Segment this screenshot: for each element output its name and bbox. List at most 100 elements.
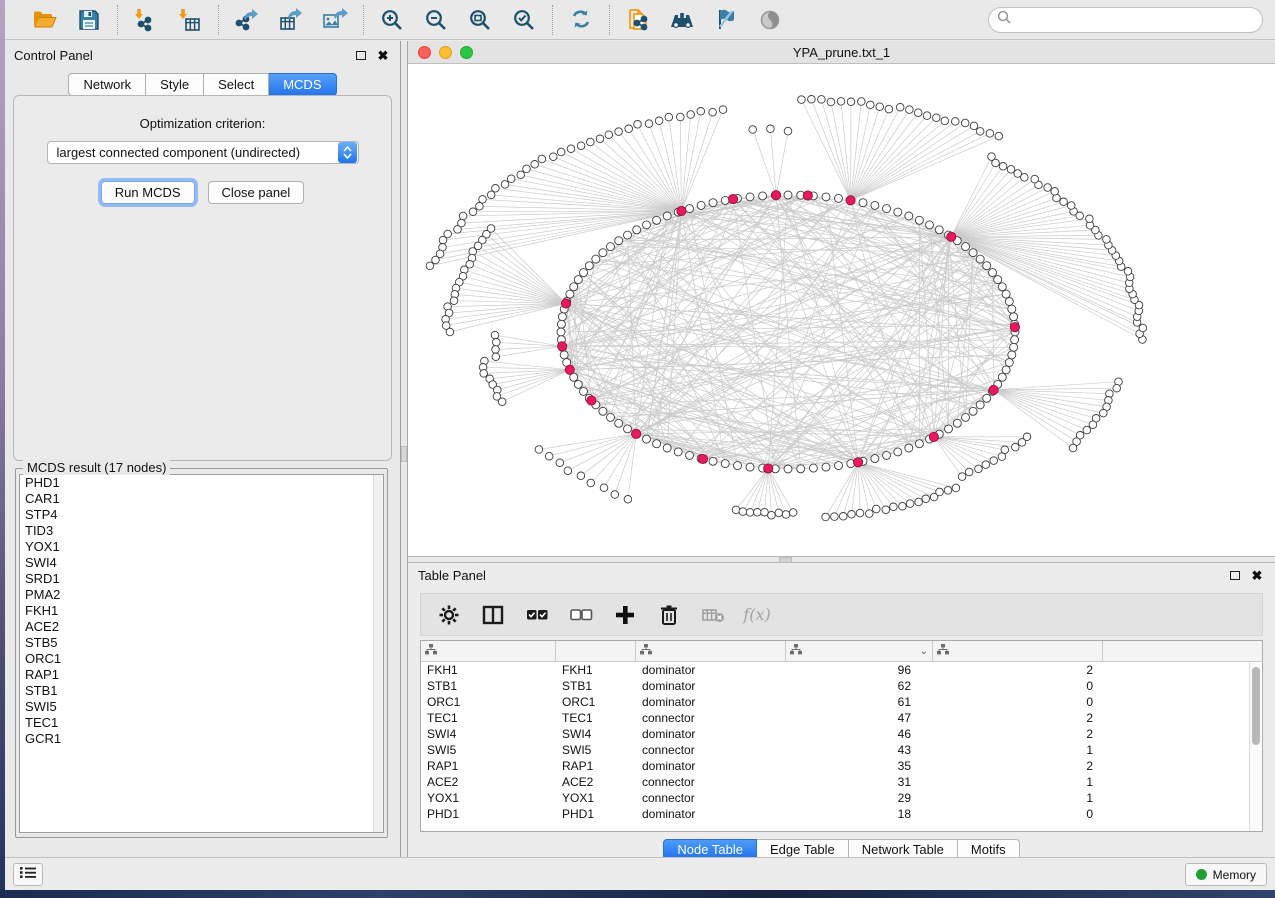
tab-network[interactable]: Network bbox=[68, 73, 146, 96]
column-header-name[interactable] bbox=[556, 641, 636, 661]
tree-icon bbox=[425, 644, 437, 658]
table-row[interactable]: YOX1YOX1connector291 bbox=[421, 790, 1262, 806]
delete-table-icon bbox=[701, 603, 725, 627]
vertical-splitter-handle[interactable] bbox=[401, 446, 407, 462]
table-row[interactable]: PHD1PHD1dominator180 bbox=[421, 806, 1262, 822]
cell-shared-name: PHD1 bbox=[421, 806, 556, 822]
mcds-result-list[interactable]: PHD1CAR1STP4TID3YOX1SWI4SRD1PMA2FKH1ACE2… bbox=[19, 474, 384, 833]
optimization-criterion-label: Optimization criterion: bbox=[14, 116, 391, 131]
cell-predecessor-nodes: 2 bbox=[933, 726, 1103, 742]
split-panel-icon[interactable] bbox=[481, 603, 505, 627]
table-scrollbar[interactable] bbox=[1249, 662, 1262, 831]
mcds-result-item[interactable]: SWI5 bbox=[20, 699, 383, 715]
column-header-MCDS-role[interactable] bbox=[636, 641, 786, 661]
mcds-result-item[interactable]: TID3 bbox=[20, 523, 383, 539]
zoom-fit-icon[interactable] bbox=[466, 6, 494, 34]
cell-name: RAP1 bbox=[556, 758, 636, 774]
tab-select[interactable]: Select bbox=[204, 73, 269, 96]
table-row[interactable]: TEC1TEC1connector472 bbox=[421, 710, 1262, 726]
add-column-icon[interactable] bbox=[613, 603, 637, 627]
network-graph bbox=[408, 64, 1274, 556]
export-image-icon[interactable] bbox=[321, 6, 349, 34]
run-mcds-button[interactable]: Run MCDS bbox=[101, 181, 195, 204]
table-row[interactable]: RAP1RAP1dominator352 bbox=[421, 758, 1262, 774]
table-row[interactable]: SWI5SWI5connector431 bbox=[421, 742, 1262, 758]
mcds-list-scrollbar[interactable] bbox=[373, 475, 383, 832]
mcds-result-item[interactable]: PHD1 bbox=[20, 475, 383, 491]
mcds-result-item[interactable]: ORC1 bbox=[20, 651, 383, 667]
table-row[interactable]: STB1STB1dominator620 bbox=[421, 678, 1262, 694]
mcds-result-item[interactable]: TEC1 bbox=[20, 715, 383, 731]
close-panel-button[interactable]: Close panel bbox=[208, 181, 305, 204]
open-file-icon[interactable] bbox=[31, 6, 59, 34]
float-table-panel-icon[interactable] bbox=[1227, 567, 1243, 583]
horizontal-splitter[interactable] bbox=[408, 556, 1275, 563]
search-box[interactable] bbox=[988, 7, 1263, 33]
cell-MCDS-role: connector bbox=[636, 774, 786, 790]
app-window: Control Panel ✖ NetworkStyleSelectMCDS O… bbox=[5, 0, 1275, 890]
show-hidden-icon[interactable] bbox=[756, 6, 784, 34]
close-panel-icon[interactable]: ✖ bbox=[375, 47, 391, 63]
mcds-result-item[interactable]: ACE2 bbox=[20, 619, 383, 635]
cell-MCDS-role: dominator bbox=[636, 662, 786, 678]
mcds-result-item[interactable]: STB1 bbox=[20, 683, 383, 699]
import-network-icon[interactable] bbox=[132, 6, 160, 34]
memory-button[interactable]: Memory bbox=[1185, 863, 1267, 886]
cell-successor-nodes: 43 bbox=[786, 742, 933, 758]
clone-network-icon[interactable] bbox=[624, 6, 652, 34]
tab-style[interactable]: Style bbox=[146, 73, 204, 96]
close-table-panel-icon[interactable]: ✖ bbox=[1249, 567, 1265, 583]
column-header-shared-name[interactable] bbox=[421, 641, 556, 661]
delete-columns-icon[interactable] bbox=[657, 603, 681, 627]
mcds-result-item[interactable]: FKH1 bbox=[20, 603, 383, 619]
table-row[interactable]: ACE2ACE2connector311 bbox=[421, 774, 1262, 790]
mcds-result-item[interactable]: CAR1 bbox=[20, 491, 383, 507]
status-bar: Memory bbox=[5, 857, 1275, 890]
table-scrollbar-thumb[interactable] bbox=[1252, 667, 1260, 745]
zoom-in-icon[interactable] bbox=[378, 6, 406, 34]
table-row[interactable]: SWI4SWI4dominator462 bbox=[421, 726, 1262, 742]
tree-icon bbox=[790, 644, 802, 658]
apply-layout-icon[interactable] bbox=[567, 6, 595, 34]
column-header-predecessor-nodes[interactable] bbox=[933, 641, 1103, 661]
network-canvas[interactable] bbox=[408, 64, 1275, 556]
cell-successor-nodes: 61 bbox=[786, 694, 933, 710]
select-all-icon[interactable] bbox=[525, 603, 549, 627]
mcds-result-item[interactable]: GCR1 bbox=[20, 731, 383, 747]
export-table-icon[interactable] bbox=[277, 6, 305, 34]
cell-successor-nodes: 96 bbox=[786, 662, 933, 678]
zoom-selected-icon[interactable] bbox=[510, 6, 538, 34]
mcds-result-item[interactable]: SRD1 bbox=[20, 571, 383, 587]
mcds-result-item[interactable]: SWI4 bbox=[20, 555, 383, 571]
table-row[interactable]: ORC1ORC1dominator610 bbox=[421, 694, 1262, 710]
cell-shared-name: SWI5 bbox=[421, 742, 556, 758]
zoom-out-icon[interactable] bbox=[422, 6, 450, 34]
first-neighbors-icon[interactable] bbox=[668, 6, 696, 34]
optimization-criterion-select[interactable]: largest connected component (undirected) bbox=[47, 141, 359, 164]
minimize-window-icon[interactable] bbox=[439, 46, 452, 59]
maximize-window-icon[interactable] bbox=[460, 46, 473, 59]
mcds-result-item[interactable]: YOX1 bbox=[20, 539, 383, 555]
mcds-result-item[interactable]: STB5 bbox=[20, 635, 383, 651]
table-settings-icon[interactable] bbox=[437, 603, 461, 627]
mcds-result-item[interactable]: PMA2 bbox=[20, 587, 383, 603]
cell-predecessor-nodes: 1 bbox=[933, 790, 1103, 806]
column-header-successor-nodes[interactable]: ⌄ bbox=[786, 641, 933, 661]
vertical-splitter[interactable] bbox=[401, 41, 408, 857]
search-input[interactable] bbox=[1016, 13, 1254, 27]
cell-name: PHD1 bbox=[556, 806, 636, 822]
deselect-all-icon[interactable] bbox=[569, 603, 593, 627]
close-window-icon[interactable] bbox=[418, 46, 431, 59]
export-network-icon[interactable] bbox=[233, 6, 261, 34]
cell-predecessor-nodes: 2 bbox=[933, 662, 1103, 678]
table-row[interactable]: FKH1FKH1dominator962 bbox=[421, 662, 1262, 678]
mcds-result-item[interactable]: RAP1 bbox=[20, 667, 383, 683]
mcds-result-item[interactable]: STP4 bbox=[20, 507, 383, 523]
tab-mcds[interactable]: MCDS bbox=[269, 73, 336, 96]
import-table-icon[interactable] bbox=[176, 6, 204, 34]
cell-MCDS-role: connector bbox=[636, 710, 786, 726]
float-panel-icon[interactable] bbox=[353, 47, 369, 63]
task-history-button[interactable] bbox=[13, 863, 43, 886]
hide-selected-icon[interactable] bbox=[712, 6, 740, 34]
save-session-icon[interactable] bbox=[75, 6, 103, 34]
